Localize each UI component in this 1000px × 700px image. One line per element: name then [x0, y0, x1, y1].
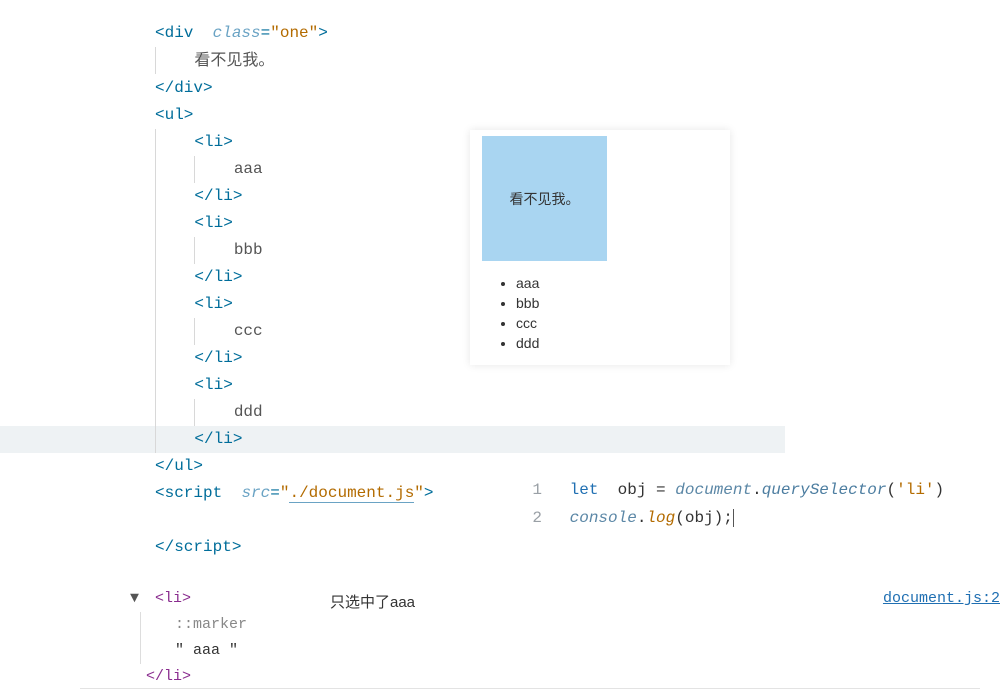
code-line: </script>: [155, 534, 785, 561]
attr-value: "one": [270, 24, 318, 42]
code-line: 看不见我。: [155, 47, 785, 75]
text-node: " aaa ": [175, 638, 1000, 664]
list-item: aaa: [516, 273, 730, 293]
code-line: </div>: [155, 75, 785, 102]
preview-box-text: 看不见我。: [510, 189, 580, 209]
source-link[interactable]: document.js:2: [883, 586, 1000, 612]
rendered-preview: 看不见我。 aaa bbb ccc ddd: [470, 130, 730, 365]
annotation-text: 只选中了aaa: [330, 590, 415, 616]
code-line: <ul>: [155, 102, 785, 129]
attr-name: class: [213, 24, 261, 42]
console-output: 只选中了aaa document.js:2 ▼ <li> ::marker " …: [130, 586, 1000, 690]
highlighted-line: </li>: [0, 426, 785, 453]
list-item: bbb: [516, 293, 730, 313]
list-item: ddd: [516, 333, 730, 353]
separator: [80, 688, 980, 689]
line-number: 2: [520, 504, 560, 532]
tag-open: <div: [155, 24, 193, 42]
js-editor[interactable]: 1 let obj = document.querySelector('li')…: [520, 476, 944, 532]
pseudo-marker: ::marker: [175, 612, 1000, 638]
preview-list: aaa bbb ccc ddd: [470, 273, 730, 353]
code-line: <div class="one">: [155, 20, 785, 47]
preview-box: 看不见我。: [482, 136, 607, 261]
script-src-link[interactable]: ./document.js: [289, 484, 414, 503]
code-line: 1 let obj = document.querySelector('li'): [520, 476, 944, 504]
code-line: ddd: [155, 399, 785, 426]
list-item: ccc: [516, 313, 730, 333]
code-line: 2 console.log(obj);: [520, 504, 944, 532]
expand-toggle-icon[interactable]: ▼: [130, 586, 146, 612]
text-cursor: [733, 509, 734, 527]
code-line: <li>: [155, 372, 785, 399]
line-number: 1: [520, 476, 560, 504]
